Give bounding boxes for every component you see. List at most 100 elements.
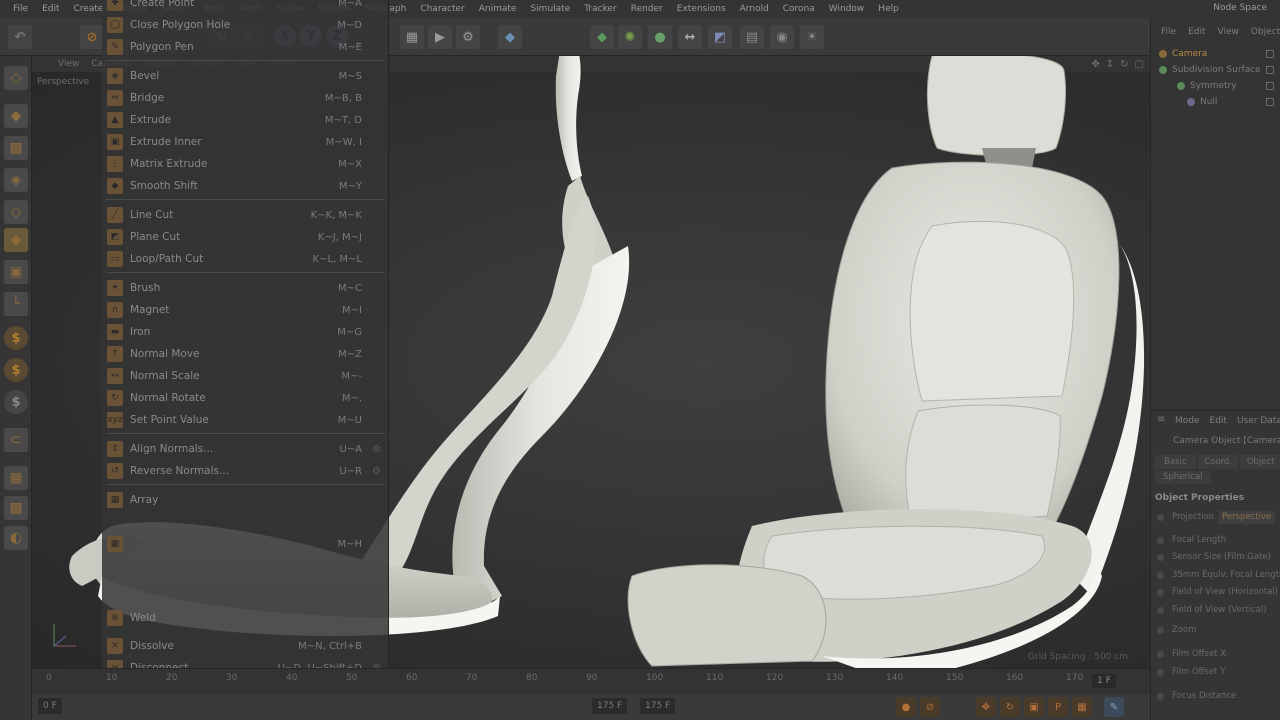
texture-mode-icon[interactable]: ▩ bbox=[4, 136, 28, 160]
menu-19[interactable]: Help bbox=[871, 4, 906, 14]
menu-10[interactable]: Character bbox=[413, 4, 471, 14]
cube-icon[interactable]: ◆ bbox=[498, 25, 522, 49]
lock-icon[interactable]: ▩ bbox=[4, 496, 28, 520]
polygons-mode-icon[interactable]: ◆ bbox=[4, 228, 28, 252]
magnet-tool-icon[interactable]: ⊂ bbox=[4, 428, 28, 452]
menu-12[interactable]: Simulate bbox=[523, 4, 577, 14]
key-param-icon[interactable]: P bbox=[1048, 697, 1068, 717]
generator-icon[interactable]: ◆ bbox=[590, 25, 614, 49]
attribute-row-2[interactable]: 35mm Equiv. Focal Length bbox=[1157, 568, 1280, 582]
attribute-row-4[interactable]: Field of View (Vertical) bbox=[1157, 603, 1267, 617]
paint-icon[interactable]: ◐ bbox=[4, 526, 28, 550]
menu-item-18[interactable]: xyz Set Point Value M~U bbox=[102, 410, 389, 430]
autokey-icon[interactable]: ⊘ bbox=[920, 697, 940, 717]
menu-0[interactable]: File bbox=[6, 4, 35, 14]
tag-icon[interactable]: ◩ bbox=[708, 25, 732, 49]
menu-item-0[interactable]: ✚ Create Point M~A bbox=[102, 0, 389, 13]
menu-17[interactable]: Corona bbox=[776, 4, 822, 14]
points-mode-icon[interactable]: ◇ bbox=[4, 66, 28, 90]
object-camera[interactable]: Camera bbox=[1159, 46, 1207, 62]
menu-item-4[interactable]: ⇔ Bridge M~B, B bbox=[102, 88, 389, 108]
attribute-row-0[interactable]: Focal Length bbox=[1157, 533, 1226, 547]
menu-item-1[interactable]: ◯ Close Polygon Hole M~D bbox=[102, 15, 389, 35]
measure-icon[interactable]: ↔ bbox=[678, 25, 702, 49]
key-position-icon[interactable]: ✥ bbox=[976, 697, 996, 717]
menu-item-22[interactable]: ▦ M~H bbox=[102, 534, 389, 554]
key-pla-icon[interactable]: ▦ bbox=[1072, 697, 1092, 717]
attribute-row-6[interactable]: Film Offset X bbox=[1157, 647, 1226, 661]
motion-path-icon[interactable]: ✎ bbox=[1104, 697, 1124, 717]
undo-icon[interactable]: ↶ bbox=[8, 25, 32, 49]
menu-item-12[interactable]: ✦ Brush M~C bbox=[102, 278, 389, 298]
no-selection-icon[interactable]: ⊘ bbox=[80, 25, 104, 49]
object-manager-menu-2[interactable]: View bbox=[1218, 27, 1239, 37]
attribute-row-3[interactable]: Field of View (Horizontal) bbox=[1157, 585, 1278, 599]
menu-1[interactable]: Edit bbox=[35, 4, 66, 14]
camera-visibility-check[interactable] bbox=[1266, 50, 1274, 58]
light-icon[interactable]: ☀ bbox=[800, 25, 824, 49]
menu-item-13[interactable]: ∩ Magnet M~I bbox=[102, 300, 389, 320]
key-scale-icon[interactable]: ▣ bbox=[1024, 697, 1044, 717]
snap-icon[interactable]: $ bbox=[4, 326, 28, 350]
projection-dropdown[interactable]: Perspective bbox=[1219, 511, 1275, 524]
floor-icon[interactable]: ▤ bbox=[740, 25, 764, 49]
null-visibility-check[interactable] bbox=[1266, 98, 1274, 106]
attribute-row-7[interactable]: Film Offset Y bbox=[1157, 665, 1225, 679]
key-rotation-icon[interactable]: ↻ bbox=[1000, 697, 1020, 717]
attribute-row-8[interactable]: Focus Distance bbox=[1157, 689, 1236, 703]
edges-mode-icon[interactable]: ◈ bbox=[4, 168, 28, 192]
render-settings-icon[interactable]: ⚙ bbox=[456, 25, 480, 49]
snap-settings-icon[interactable]: $ bbox=[4, 358, 28, 382]
menu-item-17[interactable]: ↻ Normal Rotate M~, bbox=[102, 388, 389, 408]
current-frame-field[interactable]: 1 F bbox=[1092, 674, 1116, 688]
menu-item-15[interactable]: ↑ Normal Move M~Z bbox=[102, 344, 389, 364]
tab-object[interactable]: Object bbox=[1240, 455, 1280, 469]
menu-item-23[interactable]: ⊗ Weld bbox=[102, 608, 389, 628]
axis-mode-icon[interactable]: └ bbox=[4, 292, 28, 316]
object-manager-menu-1[interactable]: Edit bbox=[1188, 27, 1205, 37]
menu-item-16[interactable]: ↔ Normal Scale M~- bbox=[102, 366, 389, 386]
gear-icon[interactable]: ⚙ bbox=[372, 444, 381, 455]
object-null[interactable]: Null bbox=[1187, 94, 1217, 110]
menu-item-3[interactable]: ◈ Bevel M~S bbox=[102, 66, 389, 86]
attribute-menu-1[interactable]: Edit bbox=[1210, 416, 1227, 426]
menu-item-7[interactable]: ⋮ Matrix Extrude M~X bbox=[102, 154, 389, 174]
menu-item-2[interactable]: ✎ Polygon Pen M~E bbox=[102, 37, 389, 57]
mograph-icon[interactable]: ● bbox=[648, 25, 672, 49]
points-edit-icon[interactable]: ◇ bbox=[4, 200, 28, 224]
attribute-row-1[interactable]: Sensor Size (Film Gate) bbox=[1157, 550, 1271, 564]
gear-icon[interactable]: ⚙ bbox=[372, 466, 381, 477]
object-manager-menu-0[interactable]: File bbox=[1161, 27, 1176, 37]
attribute-menu-2[interactable]: User Data bbox=[1237, 416, 1280, 426]
end-frame-field[interactable]: 175 F bbox=[592, 698, 628, 714]
menu-item-19[interactable]: ↕ Align Normals... U~A ⚙ bbox=[102, 439, 389, 459]
menu-18[interactable]: Window bbox=[822, 4, 872, 14]
start-frame-field[interactable]: 0 F bbox=[38, 698, 62, 714]
symmetry-visibility-check[interactable] bbox=[1266, 82, 1274, 90]
preview-end-frame-field[interactable]: 175 F bbox=[640, 698, 676, 714]
tab-basic[interactable]: Basic bbox=[1155, 455, 1196, 469]
menu-item-21[interactable]: ▦ Array bbox=[102, 490, 389, 510]
node-space-label[interactable]: Node Space bbox=[1206, 3, 1274, 13]
tab-coord[interactable]: Coord. bbox=[1197, 455, 1239, 469]
object-symmetry[interactable]: Symmetry bbox=[1177, 78, 1237, 94]
menu-item-5[interactable]: ▲ Extrude M~T, D bbox=[102, 110, 389, 130]
menu-item-10[interactable]: ◩ Plane Cut K~J, M~J bbox=[102, 227, 389, 247]
menu-item-24[interactable]: ✕ Dissolve M~N, Ctrl+B bbox=[102, 636, 389, 656]
menu-item-6[interactable]: ▣ Extrude Inner M~W, I bbox=[102, 132, 389, 152]
menu-item-9[interactable]: ╱ Line Cut K~K, M~K bbox=[102, 205, 389, 225]
model-mode-icon[interactable]: ◆ bbox=[4, 104, 28, 128]
menu-item-20[interactable]: ↺ Reverse Normals... U~R ⚙ bbox=[102, 461, 389, 481]
attribute-row-5[interactable]: Zoom bbox=[1157, 623, 1197, 637]
render-region-icon[interactable]: ▦ bbox=[400, 25, 424, 49]
workplane-icon[interactable]: $ bbox=[4, 390, 28, 414]
menu-15[interactable]: Extensions bbox=[670, 4, 733, 14]
menu-11[interactable]: Animate bbox=[472, 4, 524, 14]
subdivision-visibility-check[interactable] bbox=[1266, 66, 1274, 74]
record-icon[interactable]: ● bbox=[896, 697, 916, 717]
deformer-icon[interactable]: ✺ bbox=[618, 25, 642, 49]
camera-icon[interactable]: ◉ bbox=[770, 25, 794, 49]
menu-item-8[interactable]: ◆ Smooth Shift M~Y bbox=[102, 176, 389, 196]
uv-mode-icon[interactable]: ▣ bbox=[4, 260, 28, 284]
menu-13[interactable]: Tracker bbox=[577, 4, 623, 14]
